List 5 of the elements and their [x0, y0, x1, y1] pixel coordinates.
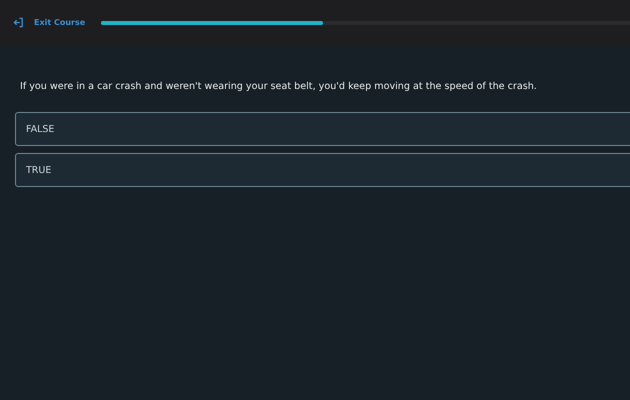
question-text: If you were in a car crash and weren't wearing your seat belt, you'd keep moving at the speed of the crash. [20, 81, 538, 92]
answer-option[interactable]: TRUE [15, 153, 630, 187]
exit-icon [13, 17, 24, 28]
exit-course-button[interactable]: Exit Course [13, 17, 86, 28]
answer-option[interactable]: FALSE [15, 112, 630, 146]
